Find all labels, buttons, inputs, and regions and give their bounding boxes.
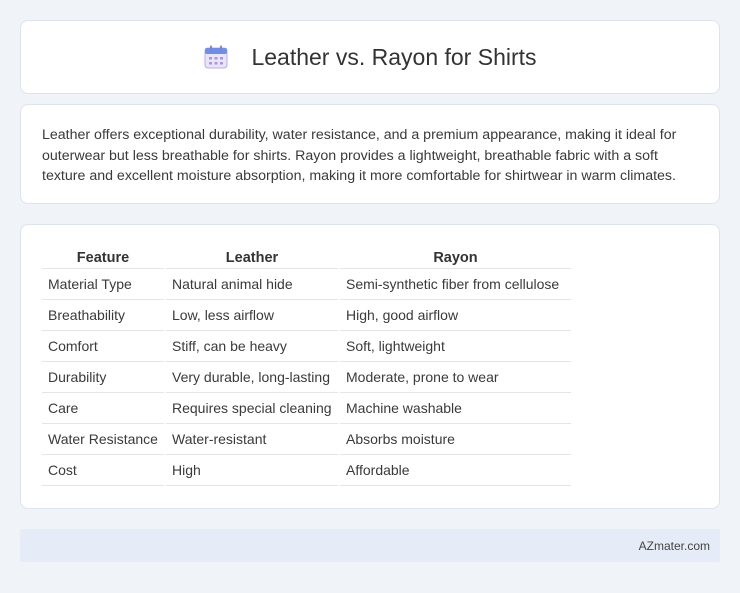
table-header-row: Feature Leather Rayon bbox=[42, 247, 571, 269]
table-cell: Low, less airflow bbox=[166, 300, 338, 331]
table-row: Breathability Low, less airflow High, go… bbox=[42, 300, 571, 331]
table-cell: Soft, lightweight bbox=[340, 331, 571, 362]
comparison-card: Feature Leather Rayon Material Type Natu… bbox=[20, 224, 720, 509]
table-row: Cost High Affordable bbox=[42, 455, 571, 486]
table-cell: Water-resistant bbox=[166, 424, 338, 455]
footer-site-link[interactable]: AZmater.com bbox=[639, 539, 710, 553]
table-cell: Comfort bbox=[42, 331, 164, 362]
table-cell: Affordable bbox=[340, 455, 571, 486]
column-header-leather: Leather bbox=[166, 247, 338, 269]
column-header-rayon: Rayon bbox=[340, 247, 571, 269]
calendar-icon bbox=[204, 45, 228, 69]
table-cell: Moderate, prone to wear bbox=[340, 362, 571, 393]
table-cell: Material Type bbox=[42, 269, 164, 300]
footer: AZmater.com bbox=[20, 529, 720, 562]
table-cell: Care bbox=[42, 393, 164, 424]
table-row: Water Resistance Water-resistant Absorbs… bbox=[42, 424, 571, 455]
table-cell: Absorbs moisture bbox=[340, 424, 571, 455]
table-cell: Cost bbox=[42, 455, 164, 486]
comparison-table: Feature Leather Rayon Material Type Natu… bbox=[40, 247, 573, 486]
table-cell: Water Resistance bbox=[42, 424, 164, 455]
table-cell: High, good airflow bbox=[340, 300, 571, 331]
table-cell: Semi-synthetic fiber from cellulose bbox=[340, 269, 571, 300]
column-header-feature: Feature bbox=[42, 247, 164, 269]
table-cell: High bbox=[166, 455, 338, 486]
table-row: Durability Very durable, long-lasting Mo… bbox=[42, 362, 571, 393]
table-cell: Breathability bbox=[42, 300, 164, 331]
table-cell: Very durable, long-lasting bbox=[166, 362, 338, 393]
table-row: Material Type Natural animal hide Semi-s… bbox=[42, 269, 571, 300]
description-card: Leather offers exceptional durability, w… bbox=[20, 104, 720, 204]
description-text: Leather offers exceptional durability, w… bbox=[42, 127, 677, 184]
table-cell: Natural animal hide bbox=[166, 269, 338, 300]
table-cell: Stiff, can be heavy bbox=[166, 331, 338, 362]
table-cell: Requires special cleaning bbox=[166, 393, 338, 424]
title-card: Leather vs. Rayon for Shirts bbox=[20, 20, 720, 94]
page-title: Leather vs. Rayon for Shirts bbox=[251, 43, 537, 70]
table-row: Comfort Stiff, can be heavy Soft, lightw… bbox=[42, 331, 571, 362]
table-cell: Durability bbox=[42, 362, 164, 393]
table-cell: Machine washable bbox=[340, 393, 571, 424]
table-row: Care Requires special cleaning Machine w… bbox=[42, 393, 571, 424]
